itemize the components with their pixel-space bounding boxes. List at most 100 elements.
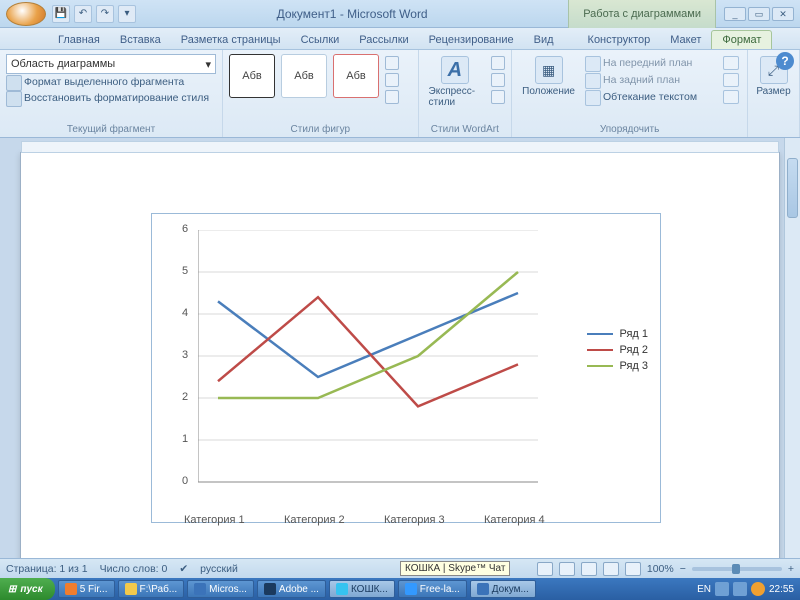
zoom-in-button[interactable]: + [788,563,794,575]
text-effects-icon[interactable] [491,90,505,104]
view-web-icon[interactable] [581,562,597,576]
tab-mailings[interactable]: Рассылки [349,31,418,49]
taskbar-item[interactable]: Adobe ... [257,580,326,598]
position-icon: ▦ [535,56,563,84]
legend-item: Ряд 2 [587,344,648,356]
taskbar-item[interactable]: КОШК... [329,580,395,598]
tray-icon-2[interactable] [733,582,747,596]
language-indicator[interactable]: EN [697,584,711,595]
tab-page-layout[interactable]: Разметка страницы [171,31,291,49]
window-title: Документ1 - Microsoft Word [136,7,568,21]
taskbar-item[interactable]: Free-la... [398,580,467,598]
x-category-label: Категория 1 [184,514,245,526]
y-tick-label: 4 [182,307,188,319]
save-icon[interactable]: 💾 [52,5,70,23]
view-print-layout-icon[interactable] [537,562,553,576]
align-icon[interactable] [723,56,739,70]
view-outline-icon[interactable] [603,562,619,576]
ribbon: Область диаграммы ▾ Формат выделенного ф… [0,50,800,138]
chart-plot [198,230,538,502]
text-outline-icon[interactable] [491,73,505,87]
group-icon [723,73,739,87]
status-page[interactable]: Страница: 1 из 1 [6,563,88,575]
express-styles-button[interactable]: A Экспресс-стили [425,54,486,110]
position-label: Положение [522,86,575,97]
group-label-wordart: Стили WordArt [425,122,506,135]
status-language[interactable]: русский [200,563,238,575]
text-fill-icon[interactable] [491,56,505,70]
size-label: Размер [756,86,790,97]
format-selection-button[interactable]: Формат выделенного фрагмента [6,74,216,90]
send-back-button: На задний план [585,73,715,87]
shape-style-more[interactable] [385,54,399,104]
tab-view[interactable]: Вид [524,31,564,49]
position-button[interactable]: ▦ Положение [518,54,579,99]
tab-home[interactable]: Главная [48,31,110,49]
tab-chart-design[interactable]: Конструктор [578,31,661,49]
tab-chart-format[interactable]: Формат [711,30,772,49]
taskbar-item[interactable]: Micros... [187,580,254,598]
reset-style-button[interactable]: Восстановить форматирование стиля [6,90,216,106]
taskbar-item[interactable]: 5 Fir... [58,580,115,598]
chart-element-combo-value: Область диаграммы [11,58,115,70]
help-icon[interactable]: ? [776,52,794,70]
horizontal-ruler[interactable] [21,141,779,153]
wordart-icon: A [441,56,469,84]
shape-outline-icon[interactable] [385,73,399,87]
shape-effects-icon[interactable] [385,90,399,104]
chart-legend: Ряд 1Ряд 2Ряд 3 [587,324,648,376]
group-shape-styles: Абв Абв Абв Стили фигур [223,50,419,137]
windows-logo-icon: ⊞ [8,584,16,595]
taskbar-item[interactable]: Докум... [470,580,536,598]
text-wrap-button[interactable]: Обтекание текстом [585,90,715,104]
status-word-count[interactable]: Число слов: 0 [100,563,168,575]
window-buttons: _ ▭ ✕ [724,7,794,21]
undo-icon[interactable]: ↶ [74,5,92,23]
zoom-out-button[interactable]: − [680,563,686,575]
tab-chart-layout[interactable]: Макет [660,31,711,49]
y-tick-label: 0 [182,475,188,487]
minimize-button[interactable]: _ [724,7,746,21]
tab-review[interactable]: Рецензирование [419,31,524,49]
quick-access-toolbar: 💾 ↶ ↷ ▾ [52,5,136,23]
shape-fill-icon[interactable] [385,56,399,70]
y-tick-label: 3 [182,349,188,361]
y-tick-label: 5 [182,265,188,277]
chart-object[interactable]: Ряд 1Ряд 2Ряд 3 0123456Категория 1Катего… [151,213,661,523]
express-styles-label: Экспресс-стили [429,86,482,108]
system-tray: EN 22:55 [691,582,800,596]
tab-insert[interactable]: Вставка [110,31,171,49]
taskbar-item[interactable]: F:\Раб... [118,580,185,598]
shape-style-2[interactable]: Абв [281,54,327,98]
y-tick-label: 6 [182,223,188,235]
vertical-scrollbar[interactable] [784,138,800,558]
page[interactable]: Ряд 1Ряд 2Ряд 3 0123456Категория 1Катего… [20,152,780,558]
scrollbar-thumb[interactable] [787,158,798,218]
zoom-level[interactable]: 100% [647,563,674,575]
document-area: Ряд 1Ряд 2Ряд 3 0123456Категория 1Катего… [0,138,800,558]
close-button[interactable]: ✕ [772,7,794,21]
title-bar: 💾 ↶ ↷ ▾ Документ1 - Microsoft Word Работ… [0,0,800,28]
group-arrange: ▦ Положение На передний план На задний п… [512,50,748,137]
status-spellcheck-icon[interactable]: ✔ [179,563,188,575]
tray-icon-3[interactable] [751,582,765,596]
tab-references[interactable]: Ссылки [291,31,350,49]
chart-tools-contextual-title: Работа с диаграммами [568,0,716,28]
start-button[interactable]: ⊞ пуск [0,578,55,600]
start-label: пуск [20,584,42,595]
chart-element-combo[interactable]: Область диаграммы ▾ [6,54,216,74]
redo-icon[interactable]: ↷ [96,5,114,23]
zoom-slider[interactable] [692,567,782,571]
shape-style-1[interactable]: Абв [229,54,275,98]
restore-button[interactable]: ▭ [748,7,770,21]
qat-more-icon[interactable]: ▾ [118,5,136,23]
view-draft-icon[interactable] [625,562,641,576]
chevron-down-icon: ▾ [205,58,211,71]
view-fullscreen-icon[interactable] [559,562,575,576]
shape-style-3[interactable]: Абв [333,54,379,98]
clock[interactable]: 22:55 [769,584,794,595]
tray-icon-1[interactable] [715,582,729,596]
windows-taskbar: ⊞ пуск 5 Fir...F:\Раб...Micros...Adobe .… [0,578,800,600]
group-label-current: Текущий фрагмент [6,122,216,135]
office-button[interactable] [6,2,46,26]
